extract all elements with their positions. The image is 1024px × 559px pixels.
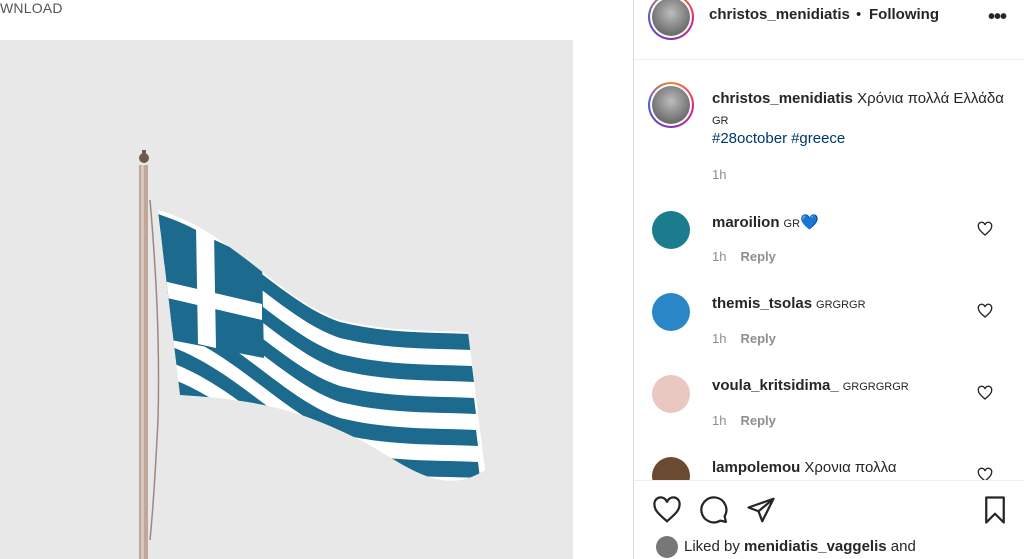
bookmark-icon[interactable]: [980, 495, 1010, 525]
comment-text: GRGRGRGR: [842, 381, 909, 393]
following-button[interactable]: Following: [869, 6, 939, 23]
reply-button[interactable]: Reply: [740, 331, 775, 346]
post-action-bar: Liked by menidiatis_vaggelis and: [634, 480, 1024, 559]
commenter-name[interactable]: voula_kritsidima_: [712, 377, 839, 394]
blue-heart-emoji: 💙: [800, 214, 819, 231]
author-username[interactable]: christos_menidiatis: [709, 6, 850, 23]
commenter-username: lampolemou Χρονια πολλα: [712, 459, 897, 476]
liked-by-suffix: and: [890, 537, 916, 555]
commenter-name[interactable]: maroilion: [712, 214, 780, 231]
comment-item: themis_tsolas GRGRGR 1h Reply: [634, 293, 1024, 373]
comment-time: 1h: [712, 413, 727, 428]
comment-time: 1h: [712, 249, 727, 264]
comment-time: 1h: [712, 331, 727, 346]
comment-like-heart-icon[interactable]: [977, 221, 993, 237]
post-side-panel: christos_menidiatis • Following ••• chri…: [633, 0, 1024, 559]
download-label: WNLOAD: [0, 0, 63, 16]
author-avatar[interactable]: [648, 0, 694, 40]
commenter-name[interactable]: themis_tsolas: [712, 295, 812, 312]
post-image[interactable]: [0, 40, 573, 559]
caption-hashtags: #28october #greece: [712, 130, 849, 147]
post-header: christos_menidiatis • Following •••: [634, 0, 1024, 60]
more-options-icon[interactable]: •••: [988, 6, 1007, 29]
commenter-username: themis_tsolas GRGRGR: [712, 295, 866, 312]
commenter-avatar[interactable]: [652, 211, 690, 249]
liked-by-line: Liked by menidiatis_vaggelis and: [656, 536, 916, 558]
comment-item: voula_kritsidima_ GRGRGRGR 1h Reply: [634, 375, 1024, 455]
commenter-avatar[interactable]: [652, 293, 690, 331]
commenter-avatar[interactable]: [652, 375, 690, 413]
comment-like-heart-icon[interactable]: [977, 303, 993, 319]
caption-avatar[interactable]: [648, 82, 694, 128]
greek-flag-photo: [0, 40, 573, 559]
liked-by-prefix: Liked by: [684, 537, 740, 555]
caption-text: christos_menidiatis Χρόνια πολλά Ελλάδα …: [712, 88, 1012, 132]
send-icon[interactable]: [746, 495, 776, 525]
liker-username[interactable]: menidiatis_vaggelis: [744, 538, 887, 555]
reply-button[interactable]: Reply: [740, 249, 775, 264]
comment-like-heart-icon[interactable]: [977, 385, 993, 401]
liker-avatar[interactable]: [656, 536, 678, 558]
comment-meta: 1h Reply: [712, 249, 776, 264]
reply-button[interactable]: Reply: [740, 413, 775, 428]
instagram-post-page: WNLOAD christos_menidiatis • Following •…: [0, 0, 1024, 559]
heart-icon[interactable]: [652, 495, 682, 525]
header-separator: •: [856, 6, 862, 23]
hashtag-link[interactable]: #28october: [712, 130, 787, 147]
hashtag-link[interactable]: #greece: [791, 130, 845, 147]
commenter-name[interactable]: lampolemou: [712, 459, 800, 476]
comment-meta: 1h Reply: [712, 413, 776, 428]
commenter-username: voula_kritsidima_ GRGRGRGR: [712, 377, 909, 394]
comment-item: maroilion GR💙 1h Reply: [634, 211, 1024, 291]
caption-flag-code: GR: [712, 115, 729, 127]
caption-username[interactable]: christos_menidiatis: [712, 90, 853, 107]
caption-body: Χρόνια πολλά Ελλάδα: [857, 90, 1004, 107]
comment-text: GRGRGR: [816, 299, 866, 311]
comment-meta: 1h Reply: [712, 331, 776, 346]
comment-text: Χρονια πολλα: [804, 459, 897, 476]
commenter-username: maroilion GR💙: [712, 213, 819, 231]
comment-icon[interactable]: [699, 495, 729, 525]
comment-text: GR: [783, 218, 801, 230]
caption-timestamp: 1h: [712, 167, 727, 182]
